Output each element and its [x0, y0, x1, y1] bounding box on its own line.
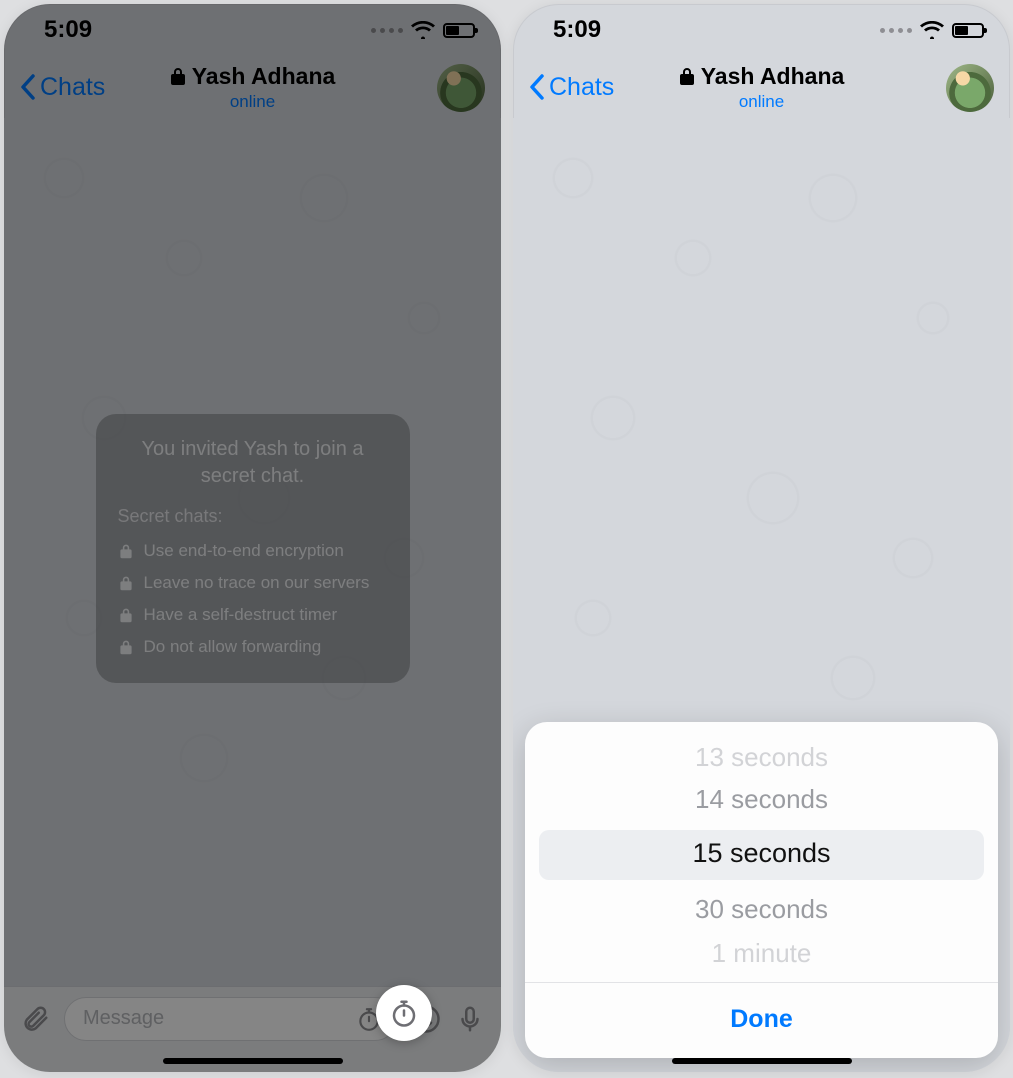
info-headline: You invited Yash to join a secret chat.	[118, 436, 388, 490]
picker-option[interactable]: 1 minute	[525, 938, 998, 969]
picker-option[interactable]: 13 seconds	[525, 742, 998, 773]
phone-left: 5:09 Chats Yash Adhana	[4, 4, 501, 1072]
lock-icon	[118, 639, 134, 655]
info-bullet: Leave no trace on our servers	[118, 567, 388, 599]
message-input[interactable]: Message	[64, 997, 397, 1041]
lock-icon	[118, 543, 134, 559]
info-bullet-text: Have a self-destruct timer	[144, 605, 338, 625]
home-indicator[interactable]	[672, 1058, 852, 1064]
back-label: Chats	[40, 73, 105, 102]
battery-icon	[443, 23, 475, 38]
status-bar: 5:09	[4, 4, 501, 56]
status-right	[371, 21, 475, 39]
picker-option[interactable]: 14 seconds	[525, 784, 998, 815]
info-bullet-text: Do not allow forwarding	[144, 637, 322, 657]
contact-name: Yash Adhana	[192, 63, 336, 90]
timer-picker-sheet: 13 seconds 14 seconds 15 seconds 30 seco…	[525, 722, 998, 1058]
info-bullet: Do not allow forwarding	[118, 631, 388, 663]
back-label: Chats	[549, 73, 614, 102]
avatar[interactable]	[437, 64, 485, 112]
mic-icon[interactable]	[455, 1004, 485, 1034]
chat-header: Chats Yash Adhana online	[513, 56, 1010, 118]
info-bullet-text: Use end-to-end encryption	[144, 541, 344, 561]
picker-option-selected[interactable]: 15 seconds	[525, 838, 998, 869]
info-section-title: Secret chats:	[118, 506, 388, 527]
avatar[interactable]	[946, 64, 994, 112]
lock-icon	[679, 66, 695, 86]
done-button[interactable]: Done	[525, 983, 998, 1058]
info-bullet: Have a self-destruct timer	[118, 599, 388, 631]
phone-right: 5:09 Chats Yash Adhana	[513, 4, 1010, 1072]
lock-icon	[118, 575, 134, 591]
chat-body: You invited Yash to join a secret chat. …	[4, 118, 501, 1072]
info-bullet-text: Leave no trace on our servers	[144, 573, 370, 593]
contact-name: Yash Adhana	[701, 63, 845, 90]
clock: 5:09	[553, 16, 601, 44]
recording-indicator-dots	[371, 28, 403, 33]
picker-option[interactable]: 30 seconds	[525, 894, 998, 925]
battery-icon	[952, 23, 984, 38]
back-button[interactable]: Chats	[529, 73, 614, 102]
chat-header: Chats Yash Adhana online	[4, 56, 501, 118]
lock-icon	[170, 66, 186, 86]
timer-highlight-circle[interactable]	[376, 985, 432, 1041]
home-indicator[interactable]	[163, 1058, 343, 1064]
status-right	[880, 21, 984, 39]
tutorial-two-up: 5:09 Chats Yash Adhana	[0, 0, 1013, 1078]
wifi-icon	[920, 21, 944, 39]
recording-indicator-dots	[880, 28, 912, 33]
lock-icon	[118, 607, 134, 623]
chat-body: 13 seconds 14 seconds 15 seconds 30 seco…	[513, 118, 1010, 1072]
status-bar: 5:09	[513, 4, 1010, 56]
info-bullet: Use end-to-end encryption	[118, 535, 388, 567]
secret-chat-info-card: You invited Yash to join a secret chat. …	[96, 414, 410, 683]
clock: 5:09	[44, 16, 92, 44]
attach-icon[interactable]	[20, 1004, 50, 1034]
message-placeholder: Message	[83, 1007, 164, 1030]
timer-picker[interactable]: 13 seconds 14 seconds 15 seconds 30 seco…	[525, 722, 998, 982]
wifi-icon	[411, 21, 435, 39]
back-button[interactable]: Chats	[20, 73, 105, 102]
